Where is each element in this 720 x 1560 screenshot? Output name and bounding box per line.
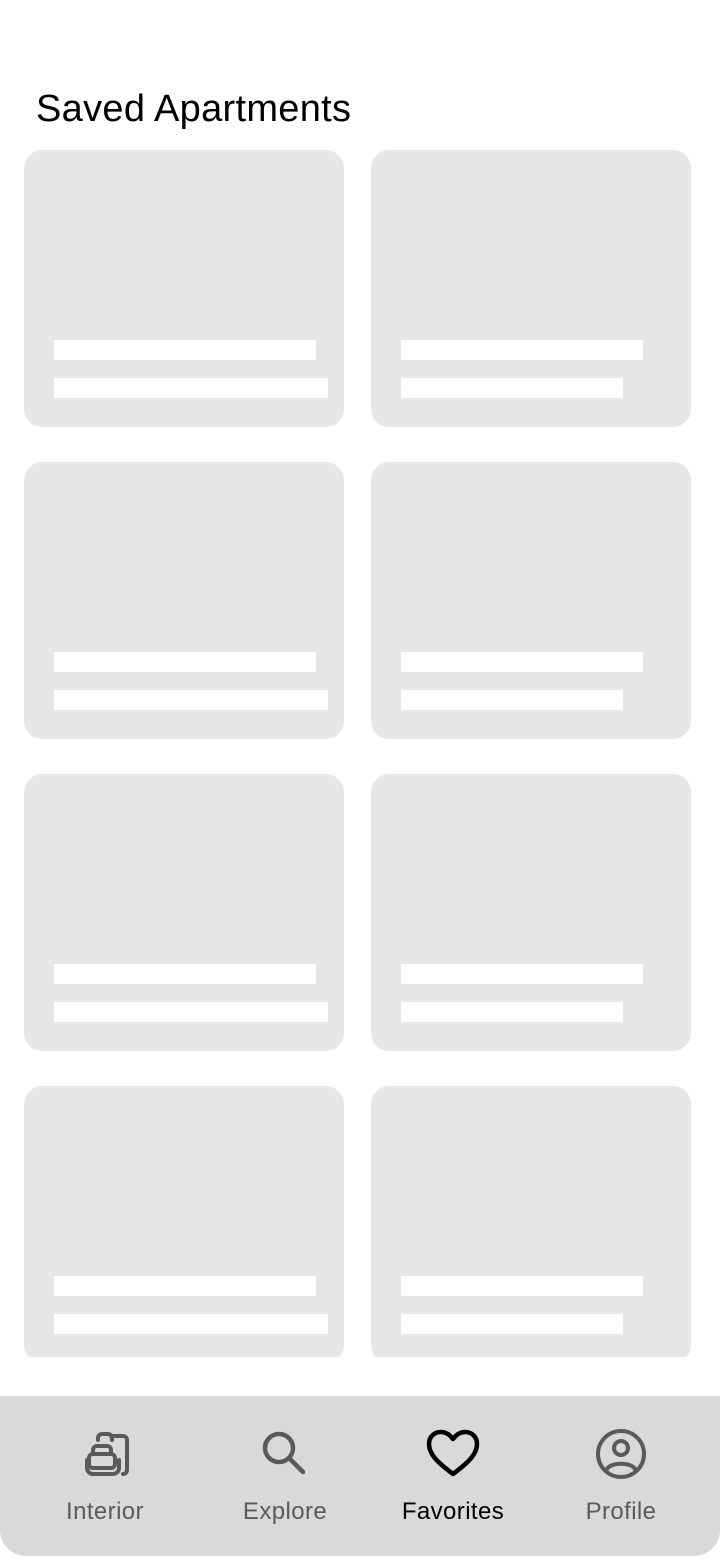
card-title-placeholder [54,652,316,672]
nav-item-favorites[interactable]: Favorites [368,1424,538,1534]
nav-item-profile[interactable]: Profile [536,1424,706,1534]
card-subtitle-placeholder [401,1314,623,1334]
nav-item-explore[interactable]: Explore [200,1424,370,1534]
card-subtitle-placeholder [401,1002,623,1022]
page-title: Saved Apartments [36,88,352,130]
heart-icon [423,1424,483,1484]
card-title-placeholder [54,964,316,984]
nav-label: Interior [66,1498,144,1525]
card-title-placeholder [54,1276,316,1296]
armchair-icon [75,1424,135,1484]
apartment-card-placeholder[interactable] [371,462,691,739]
apartment-card-placeholder[interactable] [371,774,691,1051]
apartment-card-placeholder[interactable] [371,150,691,427]
card-subtitle-placeholder [54,1314,328,1334]
card-subtitle-placeholder [401,690,623,710]
card-subtitle-placeholder [401,378,623,398]
apartment-card-placeholder[interactable] [24,150,344,427]
card-title-placeholder [401,964,643,984]
card-subtitle-placeholder [54,1002,328,1022]
card-subtitle-placeholder [54,378,328,398]
card-title-placeholder [401,340,643,360]
nav-item-interior[interactable]: Interior [20,1424,190,1534]
apartment-card-placeholder[interactable] [24,1086,344,1357]
card-subtitle-placeholder [54,690,328,710]
nav-label: Favorites [401,1498,505,1525]
card-title-placeholder [401,1276,643,1296]
nav-label: Profile [585,1498,657,1525]
card-title-placeholder [401,652,643,672]
saved-apartments-grid[interactable] [0,150,720,1357]
apartment-card-placeholder[interactable] [24,774,344,1051]
nav-label: Explore [242,1498,328,1525]
apartment-card-placeholder[interactable] [24,462,344,739]
search-icon [255,1424,315,1484]
user-circle-icon [591,1424,651,1484]
card-title-placeholder [54,340,316,360]
bottom-navigation-bar: Interior Explore Favorites Profile [0,1396,720,1556]
apartment-card-placeholder[interactable] [371,1086,691,1357]
card-grid [0,150,720,1357]
